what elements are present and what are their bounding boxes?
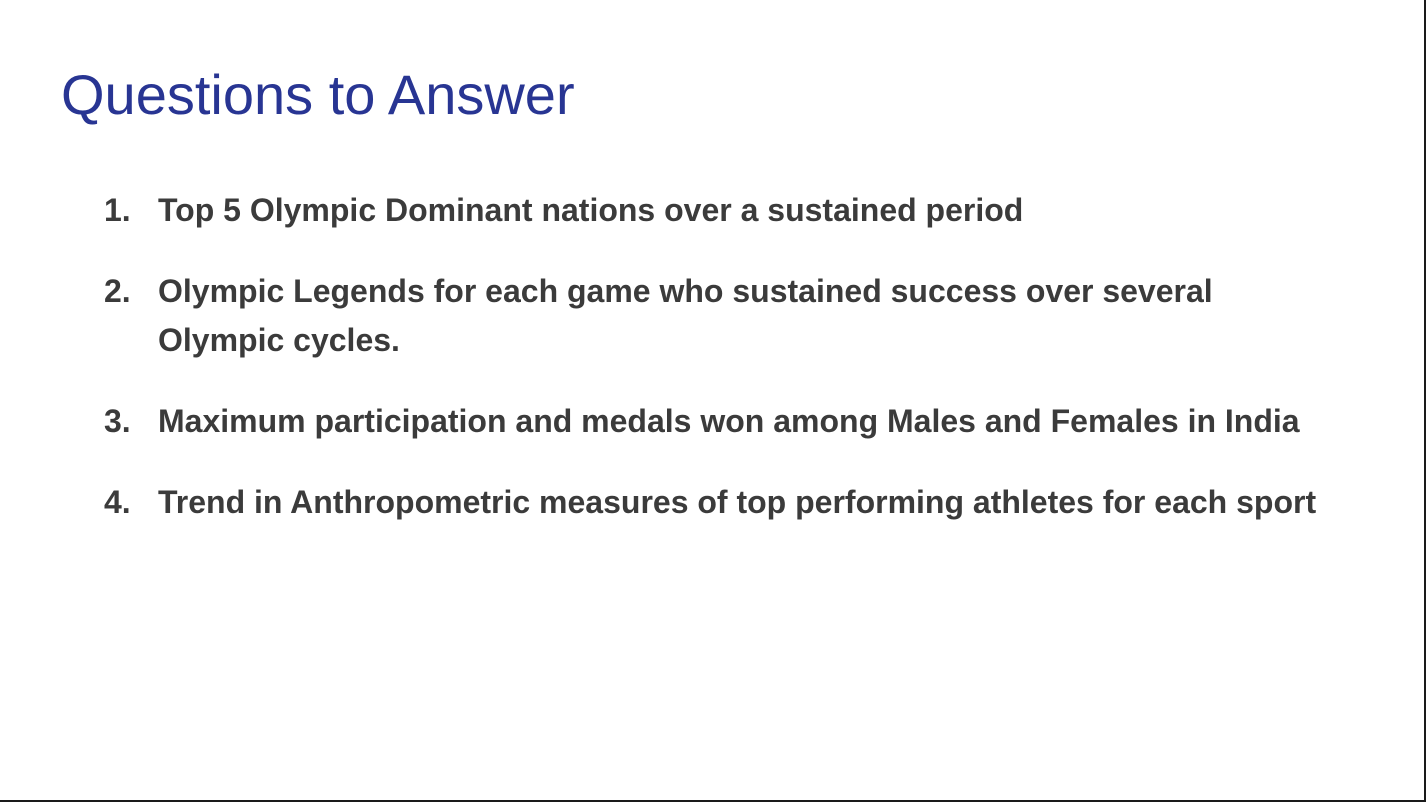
question-item: 3. Maximum participation and medals won …	[104, 397, 1324, 446]
slide-canvas: Questions to Answer 1. Top 5 Olympic Dom…	[0, 0, 1426, 802]
question-number: 3.	[104, 403, 131, 439]
question-text: Top 5 Olympic Dominant nations over a su…	[158, 192, 1024, 228]
question-item: 2. Olympic Legends for each game who sus…	[104, 267, 1324, 365]
question-text: Trend in Anthropometric measures of top …	[158, 484, 1317, 520]
question-list: 1. Top 5 Olympic Dominant nations over a…	[104, 186, 1324, 559]
question-number: 1.	[104, 192, 131, 228]
slide-title: Questions to Answer	[61, 63, 575, 126]
question-number: 2.	[104, 273, 131, 309]
question-number: 4.	[104, 484, 131, 520]
question-item: 1. Top 5 Olympic Dominant nations over a…	[104, 186, 1324, 235]
question-item: 4. Trend in Anthropometric measures of t…	[104, 478, 1324, 527]
question-text: Olympic Legends for each game who sustai…	[158, 273, 1213, 358]
question-text: Maximum participation and medals won amo…	[158, 403, 1300, 439]
